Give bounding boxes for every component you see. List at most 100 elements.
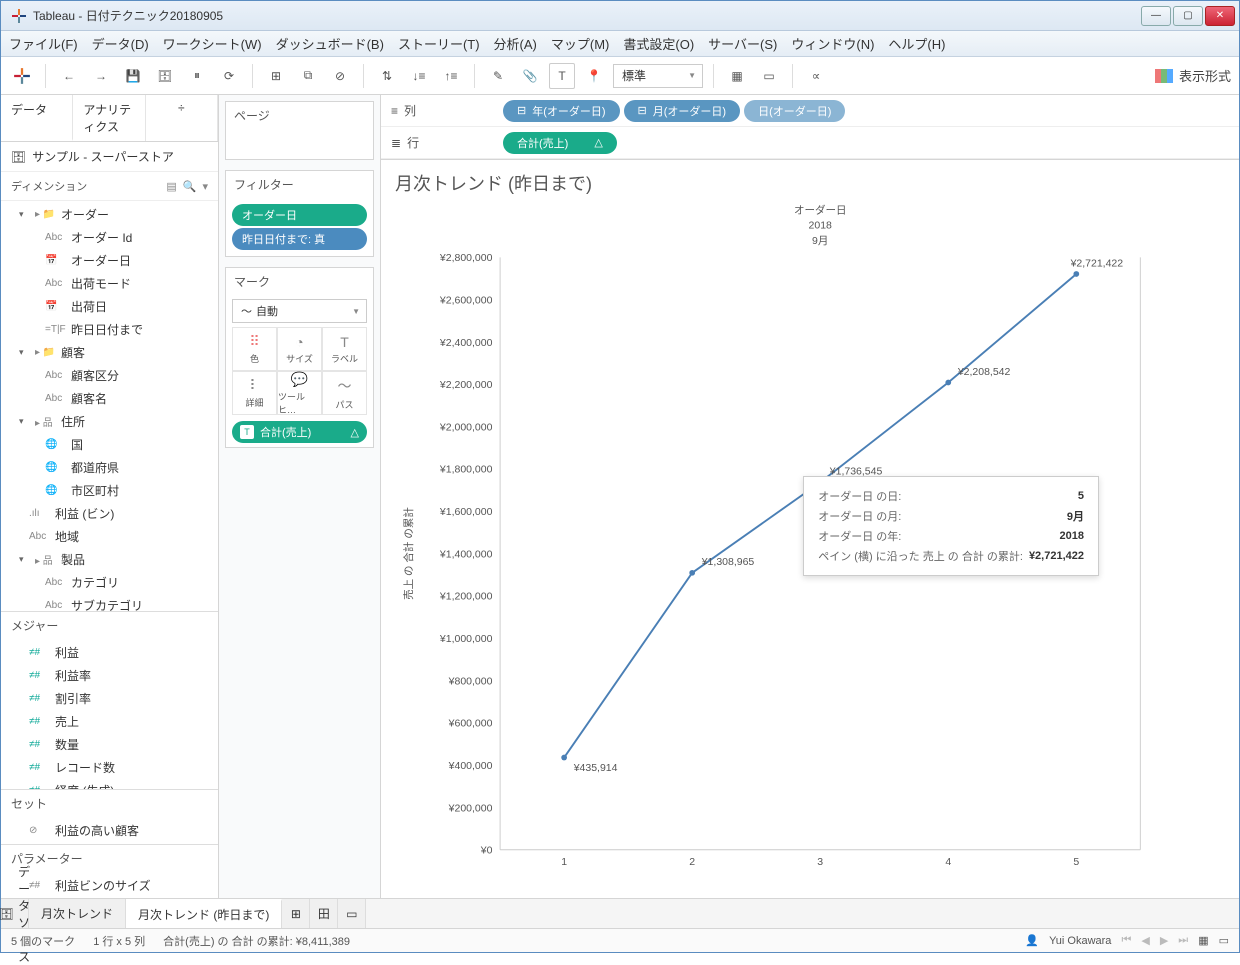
pause-updates-button[interactable]: ⏸ (184, 63, 210, 89)
param-利益ビンのサイズ[interactable]: ≠#利益ビンのサイズ (1, 874, 218, 897)
menu-window[interactable]: ウィンドウ(N) (791, 34, 874, 53)
clear-button[interactable]: ⊘ (327, 63, 353, 89)
set-利益の高い顧客[interactable]: ⊘利益の高い顧客 (1, 819, 218, 842)
dim-顧客区分[interactable]: Abc顧客区分 (1, 364, 218, 387)
dim-顧客名[interactable]: Abc顧客名 (1, 387, 218, 410)
fit-dropdown[interactable]: 標準 (613, 64, 703, 88)
marks-pill-sum-sales[interactable]: T合計(売上)△ (232, 421, 367, 443)
marks-path[interactable]: 〜パス (322, 371, 367, 415)
dim-地域[interactable]: Abc地域 (1, 525, 218, 548)
dim-市区町村[interactable]: 🌐市区町村 (1, 479, 218, 502)
refresh-button[interactable]: ⟳ (216, 63, 242, 89)
collapse-pane-button[interactable]: ÷ (146, 95, 218, 141)
dim-オーダー[interactable]: ▾▸ 📁オーダー (1, 203, 218, 226)
columns-shelf[interactable]: ≡列 ⊟ 年(オーダー日) ⊟ 月(オーダー日) 日(オーダー日) (381, 95, 1239, 127)
dim-カテゴリ[interactable]: Abcカテゴリ (1, 571, 218, 594)
share-button[interactable]: ∝ (803, 63, 829, 89)
highlight-button[interactable]: ✎ (485, 63, 511, 89)
measure-利益率[interactable]: ≠#利益率 (1, 664, 218, 687)
measure-割引率[interactable]: ≠#割引率 (1, 687, 218, 710)
view-icon[interactable]: ▤ (166, 180, 176, 193)
show-me-button[interactable]: 表示形式 (1155, 66, 1231, 85)
datasource-tab[interactable]: 🗄 データ ソース (1, 899, 29, 928)
measure-利益[interactable]: ≠#利益 (1, 641, 218, 664)
minimize-button[interactable]: — (1141, 6, 1171, 26)
new-story-button[interactable]: ▭ (338, 899, 366, 928)
label-button[interactable]: T (549, 63, 575, 89)
search-icon[interactable]: 🔍 (183, 180, 197, 193)
menu-help[interactable]: ヘルプ(H) (888, 34, 945, 53)
mark-type-select[interactable]: 〜 自動 (232, 299, 367, 323)
maximize-button[interactable]: ▢ (1173, 6, 1203, 26)
filter-pill-order-date[interactable]: オーダー日 (232, 204, 367, 226)
pin-button[interactable]: 📍 (581, 63, 607, 89)
dim-出荷モード[interactable]: Abc出荷モード (1, 272, 218, 295)
datasource-row[interactable]: 🗄 サンプル - スーパーストア (1, 142, 218, 172)
sort-desc-button[interactable]: ↑≡ (438, 63, 464, 89)
col-pill-year[interactable]: ⊟ 年(オーダー日) (503, 100, 620, 122)
measure-経度 (生成)[interactable]: ≠#経度 (生成) (1, 779, 218, 789)
redo-button[interactable]: → (88, 63, 114, 89)
tab-data[interactable]: データ (1, 95, 73, 141)
col-pill-day[interactable]: 日(オーダー日) (744, 100, 845, 122)
rows-shelf[interactable]: ≣行 合計(売上)△ (381, 127, 1239, 159)
dim-住所[interactable]: ▾▸ 品住所 (1, 410, 218, 433)
measure-売上[interactable]: ≠#売上 (1, 710, 218, 733)
measure-数量[interactable]: ≠#数量 (1, 733, 218, 756)
sheet-tab-1[interactable]: 月次トレンド (昨日まで) (126, 899, 282, 928)
swap-button[interactable]: ⇅ (374, 63, 400, 89)
marks-color[interactable]: ⠿色 (232, 327, 277, 371)
new-worksheet-button[interactable]: ⊞ (263, 63, 289, 89)
dim-顧客[interactable]: ▾▸ 📁顧客 (1, 341, 218, 364)
dim-国[interactable]: 🌐国 (1, 433, 218, 456)
nav-first-icon[interactable]: ⏮ (1121, 934, 1131, 947)
col-pill-month[interactable]: ⊟ 月(オーダー日) (624, 100, 741, 122)
menu-analysis[interactable]: 分析(A) (494, 34, 537, 53)
tableau-icon[interactable] (9, 63, 35, 89)
dim-オーダー Id[interactable]: Abcオーダー Id (1, 226, 218, 249)
dim-昨日日付まで[interactable]: =T|F昨日日付まで (1, 318, 218, 341)
new-datasource-button[interactable]: 🗄 (152, 63, 178, 89)
dim-利益 (ビン)[interactable]: .ılı利益 (ビン) (1, 502, 218, 525)
menu-data[interactable]: データ(D) (92, 34, 149, 53)
sheet-tabs: 🗄 データ ソース 月次トレンド 月次トレンド (昨日まで) ⊞ 田 ▭ (1, 898, 1239, 928)
nav-last-icon[interactable]: ⏭ (1178, 934, 1188, 947)
show-cards-button[interactable]: ▦ (724, 63, 750, 89)
menu-worksheet[interactable]: ワークシート(W) (163, 34, 262, 53)
duplicate-button[interactable]: ⧉ (295, 63, 321, 89)
nav-prev-icon[interactable]: ◀ (1141, 934, 1149, 947)
filter-pill-yesterday[interactable]: 昨日日付まで: 真 (232, 228, 367, 250)
menu-icon[interactable]: ▾ (202, 180, 208, 193)
presentation-button[interactable]: ▭ (756, 63, 782, 89)
marks-size[interactable]: ◔サイズ (277, 327, 322, 371)
marks-tooltip[interactable]: 💬ツールヒ… (277, 371, 322, 415)
sort-asc-button[interactable]: ↓≡ (406, 63, 432, 89)
filters-card: フィルター オーダー日 昨日日付まで: 真 (225, 170, 374, 257)
nav-next-icon[interactable]: ▶ (1160, 934, 1168, 947)
dim-出荷日[interactable]: 📅出荷日 (1, 295, 218, 318)
sheet-tab-0[interactable]: 月次トレンド (29, 899, 126, 928)
view-slides-icon[interactable]: ▭ (1219, 934, 1229, 947)
group-button[interactable]: 📎 (517, 63, 543, 89)
new-dashboard-button[interactable]: 田 (310, 899, 338, 928)
dim-オーダー日[interactable]: 📅オーダー日 (1, 249, 218, 272)
dim-サブカテゴリ[interactable]: Abcサブカテゴリ (1, 594, 218, 611)
save-button[interactable]: 💾 (120, 63, 146, 89)
dim-製品[interactable]: ▾▸ 品製品 (1, 548, 218, 571)
new-sheet-button[interactable]: ⊞ (282, 899, 310, 928)
menu-format[interactable]: 書式設定(O) (623, 34, 694, 53)
close-button[interactable]: ✕ (1205, 6, 1235, 26)
marks-label[interactable]: Tラベル (322, 327, 367, 371)
menu-file[interactable]: ファイル(F) (9, 34, 78, 53)
menu-story[interactable]: ストーリー(T) (398, 34, 480, 53)
tab-analytics[interactable]: アナリティクス (73, 95, 145, 141)
row-pill-sum-sales[interactable]: 合計(売上)△ (503, 132, 617, 154)
dim-都道府県[interactable]: 🌐都道府県 (1, 456, 218, 479)
menu-dashboard[interactable]: ダッシュボード(B) (276, 34, 384, 53)
undo-button[interactable]: ← (56, 63, 82, 89)
marks-detail[interactable]: ⠇詳細 (232, 371, 277, 415)
view-grid-icon[interactable]: ▦ (1198, 934, 1208, 947)
measure-レコード数[interactable]: ≠#レコード数 (1, 756, 218, 779)
menu-server[interactable]: サーバー(S) (708, 34, 777, 53)
menu-map[interactable]: マップ(M) (551, 34, 610, 53)
